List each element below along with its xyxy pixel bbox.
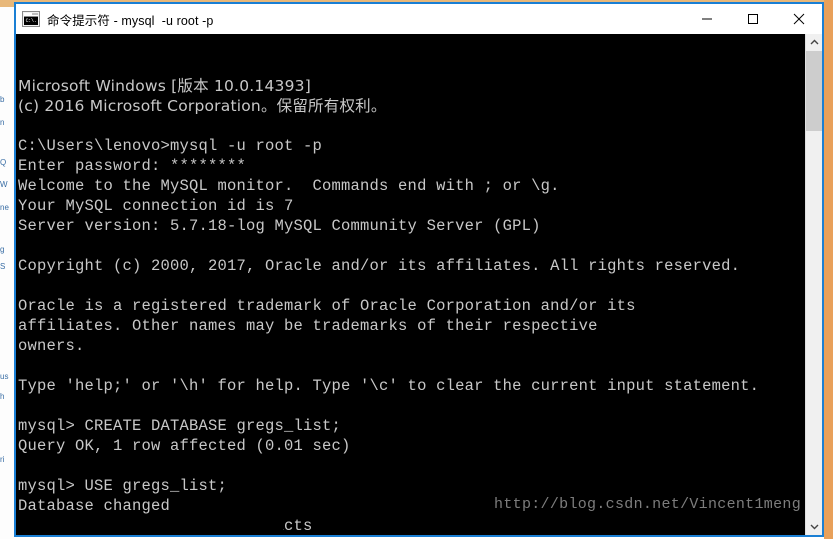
window-controls[interactable] — [684, 4, 822, 34]
console-line: Your MySQL connection id is 7 — [18, 197, 294, 215]
console-line: affiliates. Other names may be trademark… — [18, 317, 598, 335]
vertical-scrollbar[interactable] — [805, 34, 822, 535]
background-text-snippet: g — [0, 245, 5, 254]
console-line: (c) 2016 Microsoft Corporation。保留所有权利。 — [18, 97, 387, 115]
console-line: Oracle is a registered trademark of Orac… — [18, 297, 636, 315]
background-text-snippet: W — [0, 180, 8, 189]
console-line: Query OK, 1 row affected (0.01 sec) — [18, 437, 351, 455]
console-line: Microsoft Windows [版本 10.0.14393] — [18, 77, 311, 95]
desktop-right-strip — [824, 0, 833, 539]
cmd-icon-screen: C:\. — [24, 17, 38, 25]
background-text-snippet: b — [0, 95, 5, 104]
maximize-icon — [748, 14, 758, 24]
console-line: mysql> USE gregs_list; — [18, 477, 228, 495]
background-text-snippet: n — [0, 118, 5, 127]
minimize-button[interactable] — [684, 4, 730, 34]
console-line: owners. — [18, 337, 85, 355]
chevron-down-icon — [810, 524, 818, 530]
background-text-snippet: Q — [0, 158, 7, 167]
console-line: Copyright (c) 2000, 2017, Oracle and/or … — [18, 257, 741, 275]
scrollbar-thumb[interactable] — [806, 51, 822, 131]
scroll-up-button[interactable] — [806, 34, 822, 51]
console-body[interactable]: Microsoft Windows [版本 10.0.14393] (c) 201… — [16, 34, 822, 535]
ime-status-bar[interactable]: 搜狗拼音输入法 全 :RCHAR(30), — [16, 514, 283, 535]
close-icon — [793, 13, 805, 25]
background-text-snippet: h — [0, 392, 5, 401]
window-title-bar[interactable]: C:\. 命令提示符 - mysql -u root -p — [16, 4, 822, 34]
console-line: C:\Users\lenovo>mysql -u root -p — [18, 137, 323, 155]
chevron-up-icon — [810, 39, 818, 45]
command-prompt-window[interactable]: C:\. 命令提示符 - mysql -u root -p Microsoft … — [14, 2, 824, 537]
console-line-list: Microsoft Windows [版本 10.0.14393] (c) 201… — [18, 76, 805, 535]
scrollbar-track[interactable] — [806, 51, 822, 518]
console-line: mysql> CREATE DATABASE gregs_list; — [18, 417, 342, 435]
console-line: Welcome to the MySQL monitor. Commands e… — [18, 177, 560, 195]
close-button[interactable] — [776, 4, 822, 34]
background-text-snippet: S — [0, 262, 6, 271]
watermark-text: http://blog.csdn.net/Vincent1meng — [494, 496, 801, 513]
cmd-icon: C:\. — [22, 11, 40, 27]
minimize-icon — [702, 18, 712, 20]
console-line: Type 'help;' or '\h' for help. Type '\c'… — [18, 377, 760, 395]
console-line: Server version: 5.7.18-log MySQL Communi… — [18, 217, 541, 235]
background-text-snippet: us — [0, 372, 9, 381]
cmd-icon-dots — [32, 13, 38, 15]
console-line: Enter password: ******** — [18, 157, 247, 175]
window-title-text: 命令提示符 - mysql -u root -p — [47, 13, 214, 28]
scroll-down-button[interactable] — [806, 518, 822, 535]
background-text-snippet: ri — [0, 455, 5, 464]
background-text-snippet: ne — [0, 203, 9, 212]
maximize-button[interactable] — [730, 4, 776, 34]
console-output[interactable]: Microsoft Windows [版本 10.0.14393] (c) 201… — [16, 34, 805, 535]
